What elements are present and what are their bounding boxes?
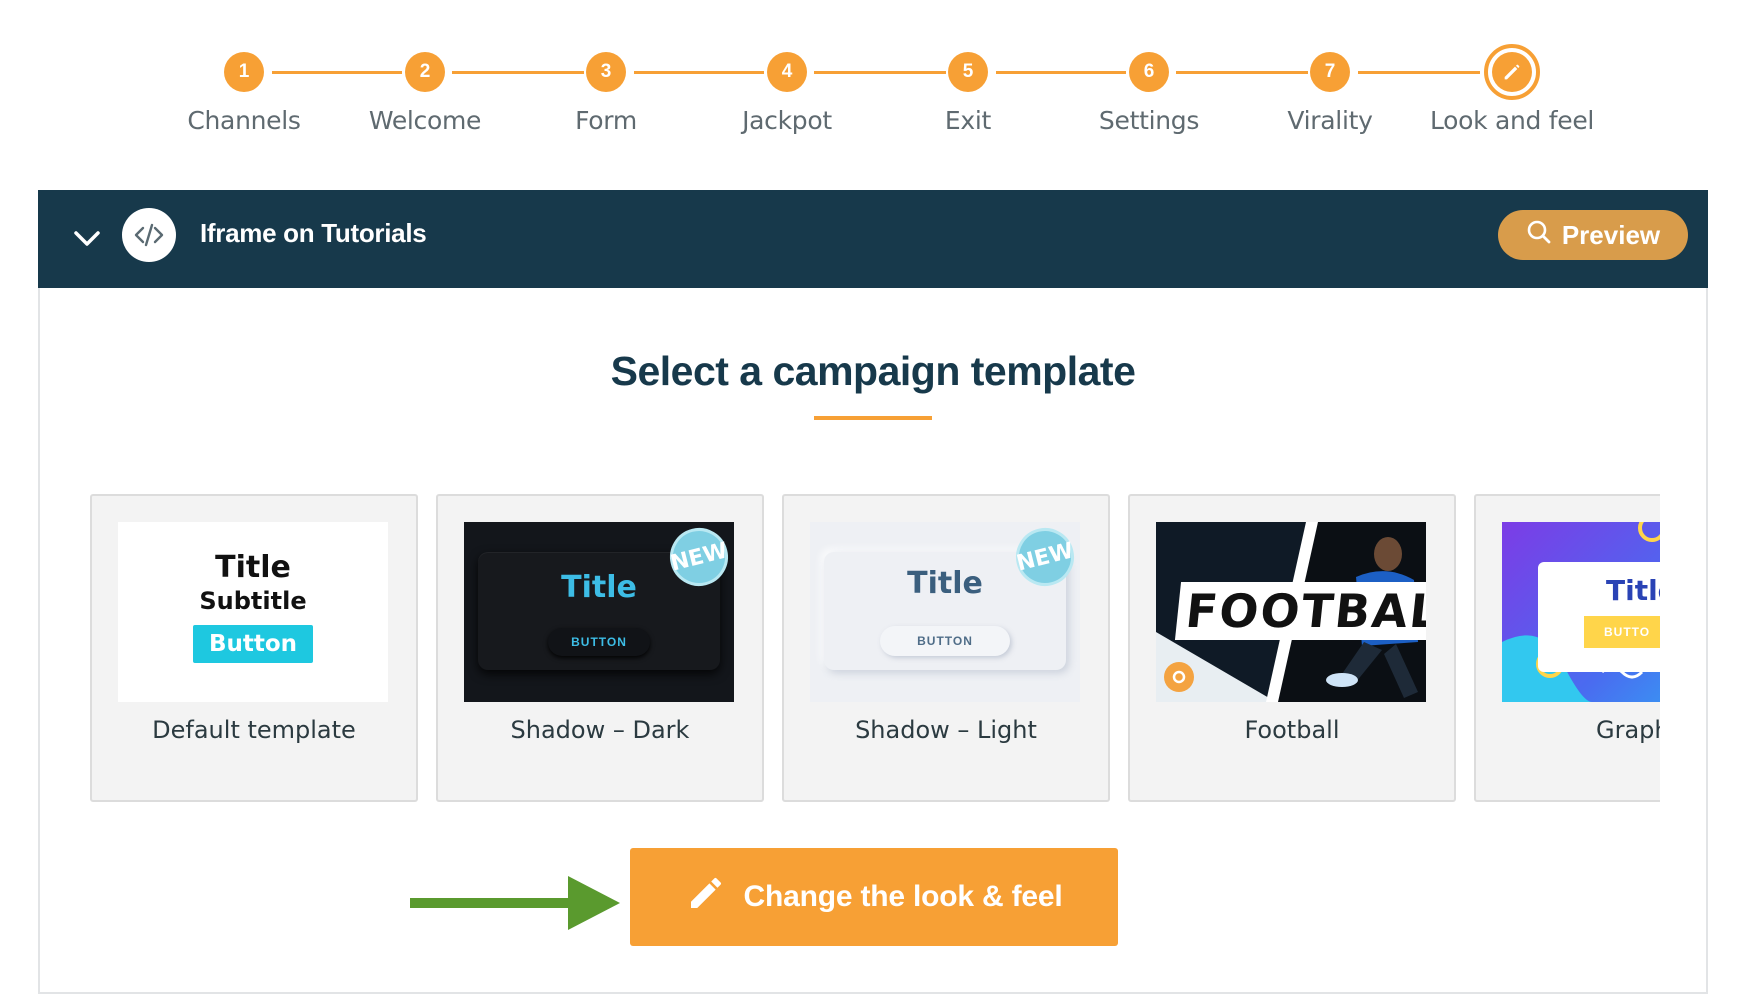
pencil-icon <box>686 873 726 921</box>
template-card-shadow-light[interactable]: Title BUTTON NEW Shadow – Light <box>782 494 1110 802</box>
template-label: Shadow – Dark <box>510 716 690 744</box>
step-current-marker <box>1484 44 1540 100</box>
template-carousel: Title Subtitle Button Default template T… <box>90 494 1660 804</box>
template-thumbnail: FOOTBALL <box>1156 522 1426 702</box>
thumb-title: Title <box>1606 574 1660 607</box>
code-icon <box>122 208 176 262</box>
step-number: 5 <box>948 52 988 92</box>
thumb-wordmark: FOOTBALL <box>1174 582 1426 640</box>
step-number: 2 <box>405 52 445 92</box>
template-card-football[interactable]: FOOTBALL Football <box>1128 494 1456 802</box>
section-title: Select a campaign template <box>610 348 1136 394</box>
thumb-subtitle: Subtitle <box>199 587 307 615</box>
step-label: Look and feel <box>1429 106 1595 135</box>
thumb-button: BUTTON <box>548 628 650 656</box>
pencil-icon <box>1492 52 1532 92</box>
step-number: 6 <box>1129 52 1169 92</box>
template-label: Graph <box>1596 716 1660 744</box>
thumb-button: Button <box>192 625 314 663</box>
step-number: 7 <box>1310 52 1350 92</box>
panel-header: Iframe on Tutorials Preview <box>38 190 1708 288</box>
title-underline <box>814 416 932 420</box>
green-arrow-annotation <box>410 876 620 930</box>
cta-label: Change the look & feel <box>743 880 1063 913</box>
hexagon-logo-icon <box>1164 662 1194 692</box>
preview-button[interactable]: Preview <box>1498 210 1688 260</box>
step-number: 3 <box>586 52 626 92</box>
change-look-and-feel-button[interactable]: Change the look & feel <box>630 848 1118 946</box>
search-icon <box>1526 219 1552 252</box>
thumb-title: Title <box>215 550 291 585</box>
template-label: Default template <box>152 716 356 744</box>
template-label: Shadow – Light <box>855 716 1037 744</box>
step-number: 4 <box>767 52 807 92</box>
thumb-button: BUTTO <box>1584 616 1660 648</box>
step-number: 1 <box>224 52 264 92</box>
template-thumbnail: Title Subtitle Button <box>118 522 388 702</box>
template-thumbnail: Title BUTTO <box>1502 522 1660 702</box>
template-label: Football <box>1244 716 1340 744</box>
template-thumbnail: Title BUTTON NEW <box>464 522 734 702</box>
template-thumbnail: Title BUTTON NEW <box>810 522 1080 702</box>
template-card-graphic[interactable]: Title BUTTO Graph <box>1474 494 1660 802</box>
panel-title: Iframe on Tutorials <box>200 218 427 248</box>
wizard-stepper: 1 Channels 2 Welcome 3 Form 4 Jackpot 5 … <box>0 0 1742 170</box>
step-look-and-feel[interactable]: Look and feel <box>1402 44 1622 135</box>
chevron-down-icon[interactable] <box>72 226 102 250</box>
template-card-default[interactable]: Title Subtitle Button Default template <box>90 494 418 802</box>
template-card-shadow-dark[interactable]: Title BUTTON NEW Shadow – Dark <box>436 494 764 802</box>
thumb-button: BUTTON <box>880 626 1010 656</box>
preview-label: Preview <box>1561 219 1661 250</box>
